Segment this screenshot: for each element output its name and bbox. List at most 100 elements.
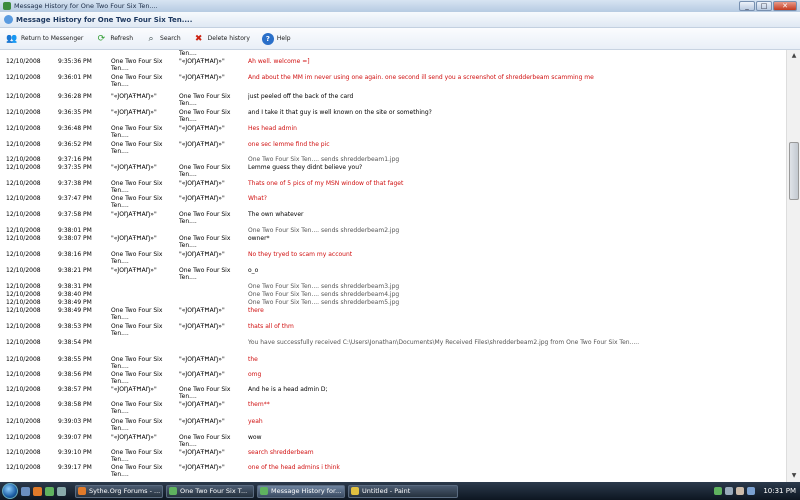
message-text: One Two Four Six Ten.... sends shredderb… [248, 156, 400, 163]
message-to: One Two Four Six Ten.... [179, 267, 231, 281]
msn-quicklaunch-icon[interactable] [45, 486, 54, 496]
delete-icon: ✖ [194, 33, 203, 44]
message-row[interactable]: 12/10/2008 9:36:48 PM One Two Four Six Ten… [0, 125, 786, 139]
message-time: 9:37:38 PM [58, 180, 92, 187]
message-row[interactable]: 12/10/2008 9:38:55 PM One Two Four Six Ten… [0, 356, 786, 370]
msn-tray-icon[interactable] [714, 487, 723, 495]
message-row[interactable]: 12/10/2008 9:38:49 PM One Two Four Six Ten… [0, 307, 786, 321]
scroll-down-arrow-icon[interactable]: ▼ [788, 470, 800, 482]
message-from: One Two Four Six Ten.... [111, 58, 163, 72]
message-to: Ten.... [179, 50, 197, 57]
start-button[interactable] [2, 483, 18, 499]
message-from: "«ĴÖŊÂŦĦÂŊ»" [111, 164, 157, 171]
message-time: 9:38:54 PM [58, 339, 92, 346]
message-row[interactable]: 12/10/2008 9:38:49 PM One Two Four Six Ten… [0, 299, 786, 307]
message-to: One Two Four Six Ten.... [179, 386, 231, 400]
firefox-quicklaunch-icon[interactable] [33, 486, 42, 496]
message-date: 12/10/2008 [6, 267, 41, 274]
message-row[interactable]: 12/10/2008 9:39:17 PM One Two Four Six Ten… [0, 464, 786, 478]
clock[interactable]: 10:31 PM [763, 487, 796, 495]
taskbar-button[interactable]: Sythe.Org Forums - ... [75, 484, 163, 498]
message-row[interactable]: 12/10/2008 9:36:35 PM "«ĴÖŊÂŦĦÂŊ»" One Two … [0, 109, 786, 123]
scrollbar-thumb[interactable] [789, 142, 799, 200]
refresh-label: Refresh [110, 35, 134, 42]
message-row[interactable]: 12/10/2008 9:38:40 PM One Two Four Six Ten… [0, 291, 786, 299]
message-to: "«ĴÖŊÂŦĦÂŊ»" [179, 323, 225, 330]
message-time: 9:36:35 PM [58, 109, 92, 116]
message-row[interactable]: 12/10/2008 9:38:31 PM One Two Four Six Ten… [0, 283, 786, 291]
message-row[interactable]: 12/10/2008 9:38:58 PM One Two Four Six Ten… [0, 401, 786, 415]
message-time: 9:39:03 PM [58, 418, 92, 425]
tray-app-icon[interactable] [747, 487, 756, 495]
maximize-button[interactable]: □ [756, 1, 772, 11]
return-to-messenger-button[interactable]: 👥 Return to Messenger [6, 33, 83, 45]
message-time: 9:36:52 PM [58, 141, 92, 148]
msn-icon [3, 2, 11, 10]
search-button[interactable]: ⌕ Search [145, 33, 180, 45]
message-date: 12/10/2008 [6, 93, 41, 100]
close-button[interactable]: ✕ [773, 1, 797, 11]
message-to: "«ĴÖŊÂŦĦÂŊ»" [179, 356, 225, 363]
message-time: 9:36:01 PM [58, 74, 92, 81]
message-row[interactable]: 12/10/2008 9:39:03 PM One Two Four Six Ten… [0, 418, 786, 432]
message-date: 12/10/2008 [6, 251, 41, 258]
message-time: 9:38:55 PM [58, 356, 92, 363]
taskbar-button[interactable]: One Two Four Six T... [166, 484, 254, 498]
message-row[interactable]: 12/10/2008 9:37:35 PM "«ĴÖŊÂŦĦÂŊ»" One Two … [0, 164, 786, 178]
network-icon[interactable] [725, 487, 734, 495]
message-row[interactable]: 12/10/2008 9:38:21 PM "«ĴÖŊÂŦĦÂŊ»" One Two … [0, 267, 786, 281]
message-to: One Two Four Six Ten.... [179, 164, 231, 178]
show-desktop-icon[interactable] [21, 486, 30, 496]
message-text: owner* [248, 235, 270, 242]
message-list[interactable]: Ten.... 12/10/2008 9:35:36 PM One Two Four … [0, 50, 786, 482]
message-row[interactable]: 12/10/2008 9:38:54 PM You have successfull… [0, 339, 786, 347]
message-row[interactable]: 12/10/2008 9:38:53 PM One Two Four Six Ten… [0, 323, 786, 337]
taskbar-button[interactable]: Message History for... [257, 484, 345, 498]
message-date: 12/10/2008 [6, 434, 41, 441]
firefox-icon [78, 487, 86, 495]
message-from: One Two Four Six Ten.... [111, 356, 163, 370]
message-text: Hes head admin [248, 125, 297, 132]
message-row[interactable]: 12/10/2008 9:36:28 PM "«ĴÖŊÂŦĦÂŊ»" One Two … [0, 93, 786, 107]
refresh-button[interactable]: ⟳ Refresh [95, 33, 133, 45]
message-to: "«ĴÖŊÂŦĦÂŊ»" [179, 180, 225, 187]
message-row[interactable]: 12/10/2008 9:38:56 PM One Two Four Six Ten… [0, 371, 786, 385]
message-row[interactable]: 12/10/2008 9:38:01 PM One Two Four Six Ten… [0, 227, 786, 235]
message-time: 9:38:58 PM [58, 401, 92, 408]
message-text: them** [248, 401, 270, 408]
message-row[interactable]: 12/10/2008 9:37:16 PM One Two Four Six Ten… [0, 156, 786, 164]
message-row[interactable]: 12/10/2008 9:38:16 PM One Two Four Six Ten… [0, 251, 786, 265]
system-tray: 10:31 PM [711, 482, 800, 500]
help-icon: ? [261, 32, 274, 45]
message-row[interactable]: 12/10/2008 9:36:52 PM One Two Four Six Ten… [0, 141, 786, 155]
message-row[interactable]: 12/10/2008 9:38:57 PM "«ĴÖŊÂŦĦÂŊ»" One Two … [0, 386, 786, 400]
message-time: 9:37:58 PM [58, 211, 92, 218]
minimize-button[interactable]: _ [739, 1, 755, 11]
switch-windows-icon[interactable] [57, 486, 66, 496]
message-row[interactable]: 12/10/2008 9:36:01 PM One Two Four Six Ten… [0, 74, 786, 88]
message-text: Lemme guess they didnt believe you? [248, 164, 363, 171]
taskbar-button-label: Sythe.Org Forums - ... [89, 487, 161, 495]
vertical-scrollbar[interactable]: ▲ ▼ [786, 50, 800, 482]
volume-icon[interactable] [736, 487, 745, 495]
message-row[interactable]: Ten.... [0, 50, 786, 58]
message-date: 12/10/2008 [6, 356, 41, 363]
message-row[interactable]: 12/10/2008 9:38:07 PM "«ĴÖŊÂŦĦÂŊ»" One Two … [0, 235, 786, 249]
delete-history-button[interactable]: ✖ Delete history [193, 33, 250, 45]
message-to: "«ĴÖŊÂŦĦÂŊ»" [179, 125, 225, 132]
message-time: 9:37:35 PM [58, 164, 92, 171]
message-row[interactable]: 12/10/2008 9:37:58 PM "«ĴÖŊÂŦĦÂŊ»" One Two … [0, 211, 786, 225]
refresh-icon: ⟳ [97, 33, 106, 44]
taskbar-button[interactable]: Untitled - Paint [348, 484, 458, 498]
message-row[interactable]: 12/10/2008 9:39:07 PM "«ĴÖŊÂŦĦÂŊ»" One Two … [0, 434, 786, 448]
message-row[interactable]: 12/10/2008 9:37:47 PM One Two Four Six Ten… [0, 195, 786, 209]
scroll-up-arrow-icon[interactable]: ▲ [788, 50, 800, 62]
message-row[interactable]: 12/10/2008 9:35:36 PM One Two Four Six Ten… [0, 58, 786, 72]
message-time: 9:39:10 PM [58, 449, 92, 456]
message-date: 12/10/2008 [6, 180, 41, 187]
message-text: the [248, 356, 258, 363]
message-row[interactable]: 12/10/2008 9:37:38 PM One Two Four Six Ten… [0, 180, 786, 194]
message-row[interactable]: 12/10/2008 9:39:10 PM One Two Four Six Ten… [0, 449, 786, 463]
message-text: there [248, 307, 264, 314]
help-button[interactable]: ? Help [261, 32, 291, 45]
